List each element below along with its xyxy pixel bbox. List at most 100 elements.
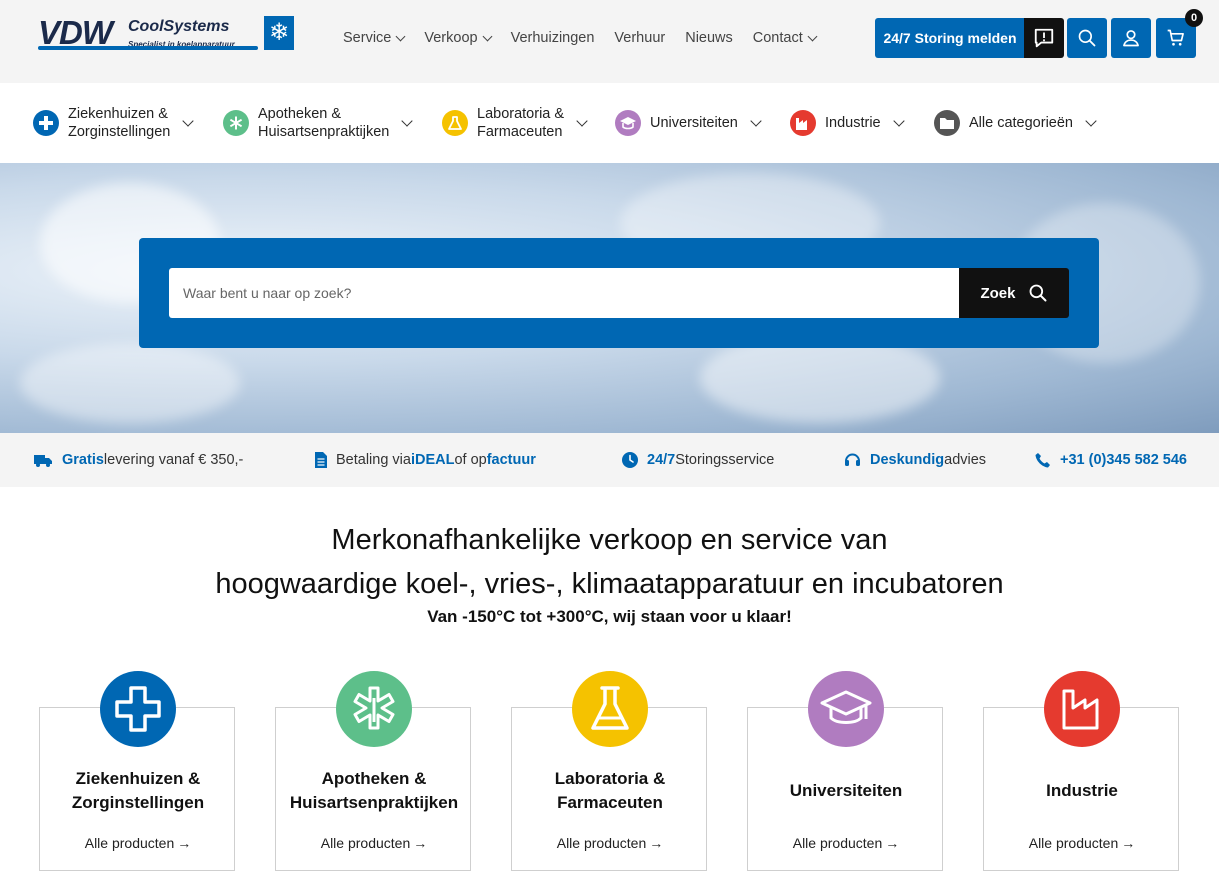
nav-item-label: Nieuws	[685, 30, 733, 46]
chevron-down-icon	[892, 114, 905, 127]
headset-icon	[844, 452, 861, 468]
usp-bold-text: factuur	[486, 452, 536, 468]
folder-icon	[934, 110, 960, 136]
search-icon	[1029, 284, 1046, 302]
usp-text: levering vanaf € 350,-	[103, 452, 244, 468]
graduation-cap-icon	[615, 110, 641, 136]
alert-message-icon[interactable]	[1024, 18, 1064, 58]
search-button-label: Zoek	[980, 284, 1016, 302]
invoice-icon	[315, 452, 327, 468]
storing-melden-button[interactable]: 24/7 Storing melden	[875, 18, 1025, 58]
logo-coolsystems-text: CoolSystems	[128, 18, 230, 35]
card-link-alle-producten[interactable]: Alle producten →	[512, 835, 708, 851]
chevron-down-icon	[395, 31, 406, 41]
nav-item-service[interactable]: Service	[343, 30, 406, 46]
usp-storingsservice: 24/7 Storingsservice	[622, 433, 774, 487]
card-link-alle-producten[interactable]: Alle producten →	[748, 835, 944, 851]
page-subheadline: Van -150°C tot +300°C, wij staan voor u …	[427, 607, 792, 626]
hero-banner: Zoek	[0, 163, 1219, 433]
nav-item-verhuizingen[interactable]: Verhuizingen	[511, 30, 595, 46]
star-of-life-icon	[223, 110, 249, 136]
category-industrie[interactable]: Industrie	[790, 83, 905, 163]
arrow-right-icon: →	[177, 835, 192, 851]
card-industrie[interactable]: Industrie Alle producten →	[983, 671, 1180, 871]
chevron-down-icon	[182, 114, 195, 127]
chevron-down-icon	[482, 31, 493, 41]
search-submit-button[interactable]: Zoek	[959, 268, 1069, 318]
usp-text: advies	[944, 452, 987, 468]
usp-payment: Betaling via iDEAL of op factuur	[315, 433, 536, 487]
nav-item-label: Verkoop	[424, 30, 478, 46]
arrow-right-icon: →	[1121, 835, 1136, 851]
category-laboratoria[interactable]: Laboratoria & Farmaceuten	[442, 83, 588, 163]
search-input[interactable]	[169, 268, 959, 318]
nav-item-nieuws[interactable]: Nieuws	[685, 30, 733, 46]
usp-bold-text: Gratis	[62, 452, 104, 468]
top-header: VDW CoolSystems Specialist in koelappara…	[0, 0, 1219, 83]
truck-icon	[33, 452, 53, 468]
chevron-down-icon	[750, 114, 762, 127]
nav-item-label: Verhuur	[614, 30, 666, 46]
card-title: Laboratoria & Farmaceuten	[554, 769, 666, 812]
factory-icon	[1044, 671, 1120, 747]
card-universiteiten[interactable]: Universiteiten Alle producten →	[747, 671, 944, 871]
factory-icon	[790, 110, 816, 136]
category-ziekenhuizen[interactable]: Ziekenhuizen & Zorginstellingen	[33, 83, 195, 163]
chevron-down-icon	[807, 31, 818, 41]
chevron-down-icon	[1085, 114, 1097, 127]
phone-icon	[1035, 452, 1051, 468]
medical-cross-icon	[33, 110, 59, 136]
usp-bold-text: iDEAL	[410, 452, 455, 468]
card-title: Industrie	[1046, 781, 1118, 800]
usp-bold-text: Deskundig	[870, 452, 945, 468]
usp-bold-text: 24/7	[647, 452, 676, 468]
chevron-down-icon	[576, 114, 588, 127]
nav-item-label: Verhuizingen	[510, 30, 595, 46]
usp-text: Betaling via	[336, 452, 411, 468]
logo-swoosh	[38, 46, 258, 50]
nav-item-verhuur[interactable]: Verhuur	[614, 30, 665, 46]
category-apotheken[interactable]: Apotheken & Huisartsenpraktijken	[223, 83, 414, 163]
arrow-right-icon: →	[649, 835, 664, 851]
usp-text: Storingsservice	[675, 452, 775, 468]
main-navigation: Service Verkoop Verhuizingen Verhuur Nie…	[343, 30, 836, 46]
category-universiteiten[interactable]: Universiteiten	[615, 83, 762, 163]
category-label: Industrie	[825, 115, 881, 131]
card-title: Universiteiten	[789, 781, 903, 800]
nav-item-verkoop[interactable]: Verkoop	[424, 30, 493, 46]
card-link-alle-producten[interactable]: Alle producten →	[276, 835, 472, 851]
search-panel: Zoek	[139, 238, 1099, 348]
card-ziekenhuizen[interactable]: Ziekenhuizen & Zorginstellingen Alle prod…	[39, 671, 236, 871]
clock-icon	[622, 452, 638, 468]
headline-line: hoogwaardige koel-, vries-, klimaatappar…	[215, 568, 1004, 600]
phone-number-link[interactable]: +31 (0)345 582 546	[1060, 452, 1187, 468]
search-icon[interactable]	[1067, 18, 1107, 58]
user-icon[interactable]	[1111, 18, 1151, 58]
usp-phone[interactable]: +31 (0)345 582 546	[1035, 433, 1187, 487]
category-label: Apotheken & Huisartsenpraktijken	[258, 106, 390, 140]
card-laboratoria[interactable]: Laboratoria & Farmaceuten Alle producten →	[511, 671, 708, 871]
usp-free-delivery: Gratis levering vanaf € 350,-	[33, 433, 243, 487]
frost-decoration	[20, 343, 240, 423]
nav-item-label: Service	[343, 30, 392, 46]
snowflake-icon: ❄	[264, 16, 294, 50]
card-link-alle-producten[interactable]: Alle producten →	[984, 835, 1180, 851]
card-title: Apotheken & Huisartsenpraktijken	[289, 769, 459, 812]
vdw-logo[interactable]: VDW CoolSystems Specialist in koelappara…	[38, 14, 296, 54]
usp-bar: Gratis levering vanaf € 350,- Betaling v…	[0, 433, 1219, 487]
usp-text: of op	[454, 452, 487, 468]
card-apotheken[interactable]: Apotheken & Huisartsenpraktijken Alle pro…	[275, 671, 472, 871]
card-title: Ziekenhuizen & Zorginstellingen	[71, 769, 205, 812]
cart-count-badge: 0	[1185, 9, 1203, 27]
arrow-right-icon: →	[885, 835, 900, 851]
category-bar: Ziekenhuizen & Zorginstellingen Apotheken…	[0, 83, 1219, 163]
category-alle[interactable]: Alle categorieën	[934, 83, 1097, 163]
star-of-life-icon	[336, 671, 412, 747]
arrow-right-icon: →	[413, 835, 428, 851]
nav-item-contact[interactable]: Contact	[752, 30, 818, 46]
flask-icon	[442, 110, 468, 136]
nav-item-label: Contact	[752, 30, 803, 46]
category-label: Universiteiten	[650, 115, 738, 131]
flask-icon	[572, 671, 648, 747]
card-link-alle-producten[interactable]: Alle producten →	[40, 835, 236, 851]
